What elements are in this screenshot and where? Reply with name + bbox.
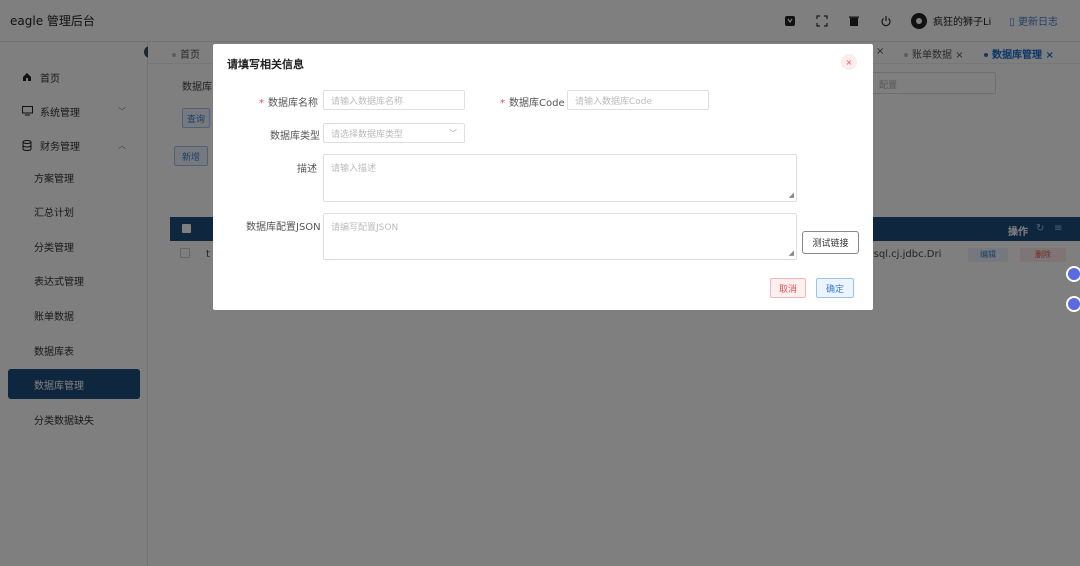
chevron-down-icon: ﹀: [449, 128, 457, 138]
confirm-button[interactable]: 确定: [816, 278, 854, 298]
test-connection-button[interactable]: 测试链接: [802, 231, 859, 254]
cancel-button[interactable]: 取消: [770, 278, 806, 298]
resize-handle-icon[interactable]: ◢: [789, 249, 794, 257]
json-textarea[interactable]: 请编写配置JSON ◢: [323, 213, 797, 260]
db-name-input[interactable]: 请输入数据库名称: [323, 90, 465, 110]
dialog-title: 请填写相关信息: [227, 58, 304, 71]
desc-label: 描述: [297, 164, 317, 175]
json-label: 数据库配置JSON: [246, 222, 321, 233]
float-chat-icon[interactable]: [1066, 266, 1080, 282]
name-label: * 数据库名称: [259, 98, 318, 109]
db-code-input[interactable]: 请输入数据库Code: [567, 90, 709, 110]
desc-textarea[interactable]: 请输入描述 ◢: [323, 154, 797, 202]
database-form-dialog: 请填写相关信息 × * 数据库名称 请输入数据库名称 * 数据库Code 请输入数据…: [213, 44, 873, 310]
resize-handle-icon[interactable]: ◢: [789, 191, 794, 199]
db-type-select[interactable]: 请选择数据库类型 ﹀: [323, 123, 465, 143]
code-label: * 数据库Code: [500, 98, 565, 109]
close-icon[interactable]: ×: [841, 54, 857, 70]
type-label: 数据库类型: [270, 131, 320, 142]
float-help-icon[interactable]: [1066, 296, 1080, 312]
